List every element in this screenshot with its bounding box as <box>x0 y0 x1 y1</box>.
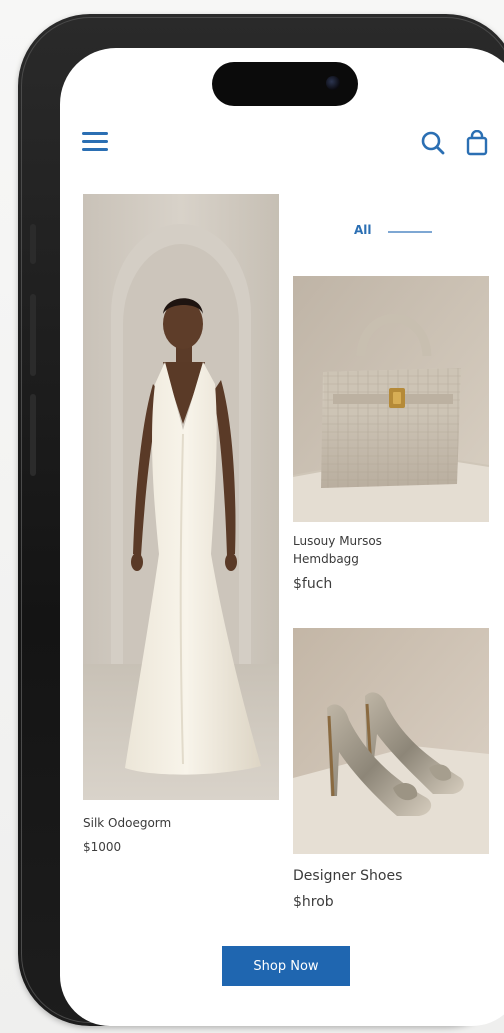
product-image-dress <box>83 194 279 800</box>
search-icon[interactable] <box>420 130 446 156</box>
product-price: $1000 <box>83 840 122 854</box>
camera-icon <box>326 76 340 90</box>
shopping-bag-icon[interactable] <box>464 129 490 156</box>
hamburger-menu-icon[interactable] <box>82 130 108 152</box>
filter-label: All <box>354 223 372 237</box>
product-card-handbag[interactable]: Lusouy Mursos Hemdbagg $fuch <box>293 276 489 606</box>
volume-up-button <box>30 294 36 376</box>
product-name: Silk Odoegorm <box>83 816 172 830</box>
volume-down-button <box>30 394 36 476</box>
menu-line <box>82 148 108 151</box>
filter-underline <box>388 231 432 233</box>
product-name-line-2: Hemdbagg <box>293 552 359 566</box>
product-card-dress[interactable]: Silk Odoegorm $1000 <box>83 194 279 874</box>
product-image-handbag <box>293 276 489 522</box>
filter-all[interactable]: All <box>354 222 444 242</box>
product-card-shoes[interactable]: Designer Shoes $hrob <box>293 628 489 928</box>
product-name: Lusouy Mursos <box>293 534 382 548</box>
shop-now-button[interactable]: Shop Now <box>222 946 350 986</box>
menu-line <box>82 132 108 135</box>
product-price: $fuch <box>293 576 333 592</box>
phone-frame: All Silk Odoegorm $1000 Lusouy Mursos He… <box>18 14 504 1026</box>
phone-screen: All Silk Odoegorm $1000 Lusouy Mursos He… <box>60 48 504 1026</box>
dynamic-island <box>212 62 358 106</box>
product-price: $hrob <box>293 894 334 910</box>
menu-line <box>82 140 108 143</box>
product-name: Designer Shoes <box>293 868 403 884</box>
product-image-shoes <box>293 628 489 854</box>
mute-switch <box>30 224 36 264</box>
